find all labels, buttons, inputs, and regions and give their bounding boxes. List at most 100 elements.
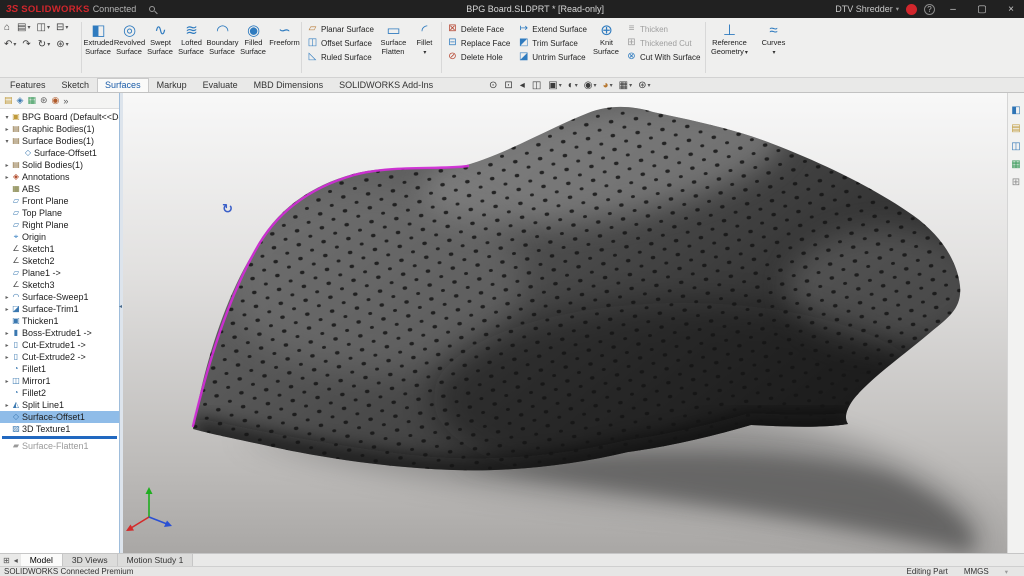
headsup-button[interactable]: ◂	[518, 79, 528, 92]
ribbon-big-button[interactable]: ∽ Freeform	[269, 18, 300, 77]
feature-manager-tab-icon[interactable]: ▦	[27, 95, 36, 106]
ribbon-big-button[interactable]: ◠ Boundary Surface	[207, 18, 238, 77]
tree-item[interactable]: ▾ ▣ BPG Board (Default<<Default>_Displ	[0, 111, 119, 123]
headsup-button[interactable]: ▣ ▾	[546, 79, 563, 92]
headsup-button[interactable]: ⊙	[487, 79, 500, 92]
collapse-panel-icon[interactable]: ◂	[119, 303, 122, 310]
taskpane-icon[interactable]: ▤	[1011, 123, 1020, 134]
feature-manager-tab-icon[interactable]: ◉	[52, 95, 60, 106]
ribbon-tab[interactable]: MBD Dimensions	[246, 78, 332, 92]
ribbon-tab[interactable]: SOLIDWORKS Add-Ins	[331, 78, 441, 92]
tree-item[interactable]: ▨ 3D Texture1	[0, 423, 119, 435]
headsup-button[interactable]: ◐ ▾	[566, 79, 580, 92]
tree-item[interactable]: ▸ ◠ Surface-Sweep1	[0, 291, 119, 303]
feature-manager-tab-icon[interactable]: ⊛	[40, 95, 48, 106]
quick-access-button[interactable]: ⊟▾	[56, 23, 68, 33]
tree-item[interactable]: ▱ Front Plane	[0, 195, 119, 207]
taskpane-icon[interactable]: ◧	[1011, 105, 1020, 116]
status-units[interactable]: MMGS	[964, 567, 989, 576]
expand-arrow-icon[interactable]: ▸	[3, 162, 11, 169]
headsup-button[interactable]: ◉ ▾	[582, 79, 599, 92]
ribbon-big-button[interactable]: ◜ Fillet ▾	[409, 18, 440, 77]
tree-item[interactable]: ▸ ▮ Boss-Extrude1 ->	[0, 327, 119, 339]
close-button[interactable]: ×	[1000, 4, 1022, 15]
ribbon-small-button[interactable]: ▱ Planar Surface	[307, 24, 374, 34]
tree-item[interactable]: ▦ ABS	[0, 183, 119, 195]
ribbon-small-button[interactable]: ⊠ Delete Face	[447, 24, 510, 34]
ribbon-small-button[interactable]: ◺ Ruled Surface	[307, 52, 374, 62]
ribbon-small-button[interactable]: ⊞ Thickened Cut	[626, 38, 700, 48]
expand-arrow-icon[interactable]: ▾	[3, 114, 11, 121]
expand-arrow-icon[interactable]: ▸	[3, 294, 11, 301]
ribbon-tab[interactable]: Markup	[149, 78, 195, 92]
search-icon[interactable]	[149, 6, 155, 12]
ribbon-big-button[interactable]: ≈ Curves ▾	[751, 18, 795, 77]
expand-arrow-icon[interactable]: ▸	[3, 378, 11, 385]
feature-manager-tab-icon[interactable]: ▤	[4, 95, 13, 106]
tree-item[interactable]: ▰ Surface-Flatten1	[0, 440, 119, 452]
quick-access-button[interactable]: ↷	[22, 40, 31, 50]
ribbon-small-button[interactable]: ⊗ Cut With Surface	[626, 52, 700, 62]
tree-item[interactable]: ▸ ◫ Mirror1	[0, 375, 119, 387]
tree-item[interactable]: ∠ Sketch1	[0, 243, 119, 255]
tree-item[interactable]: ∠ Sketch3	[0, 279, 119, 291]
ribbon-big-button[interactable]: ▭ Surface Flatten	[378, 18, 409, 77]
feature-manager-tab-icon[interactable]: ◈	[17, 95, 24, 106]
ribbon-small-button[interactable]: ◫ Offset Surface	[307, 38, 374, 48]
ribbon-tab[interactable]: Sketch	[54, 78, 98, 92]
tree-item[interactable]: ▸ ▤ Graphic Bodies(1)	[0, 123, 119, 135]
document-tab[interactable]: 3D Views	[63, 554, 118, 566]
tree-item[interactable]: ▸ ◈ Annotations	[0, 171, 119, 183]
ribbon-small-button[interactable]: ⊘ Delete Hole	[447, 52, 510, 62]
account-menu[interactable]: DTV Shredder ▾	[835, 4, 899, 14]
ribbon-small-button[interactable]: ⊟ Replace Face	[447, 38, 510, 48]
tab-scroll-icon[interactable]: ◂	[14, 556, 18, 565]
tree-item[interactable]: ▸ ▯ Cut-Extrude1 ->	[0, 339, 119, 351]
tree-item[interactable]: ◇ Surface-Offset1	[0, 411, 119, 423]
ribbon-big-button[interactable]: ◉ Filled Surface	[238, 18, 269, 77]
tree-item[interactable]: ▾ ▤ Surface Bodies(1)	[0, 135, 119, 147]
taskpane-icon[interactable]: ▦	[1011, 159, 1020, 170]
document-tab[interactable]: Motion Study 1	[118, 554, 194, 566]
tree-item[interactable]: ▱ Right Plane	[0, 219, 119, 231]
ribbon-tab[interactable]: Surfaces	[97, 78, 149, 92]
expand-arrow-icon[interactable]: ▸	[3, 126, 11, 133]
expand-arrow-icon[interactable]: ▾	[3, 138, 11, 145]
tree-item[interactable]: ◇ Surface-Offset1	[0, 147, 119, 159]
quick-access-button[interactable]: ◫▾	[37, 23, 50, 33]
expand-arrow-icon[interactable]: ▸	[3, 174, 11, 181]
tree-item[interactable]: ▸ ◭ Split Line1	[0, 399, 119, 411]
expand-arrow-icon[interactable]: ▸	[3, 354, 11, 361]
ribbon-big-button[interactable]: ≋ Lofted Surface	[176, 18, 207, 77]
minimize-button[interactable]: –	[942, 4, 964, 15]
quick-access-button[interactable]: ↻▾	[38, 40, 50, 50]
quick-access-button[interactable]: ↶▾	[4, 40, 16, 50]
ribbon-big-button[interactable]: ∿ Swept Surface	[145, 18, 176, 77]
tree-item[interactable]: ▣ Thicken1	[0, 315, 119, 327]
tree-item[interactable]: ▸ ▯ Cut-Extrude2 ->	[0, 351, 119, 363]
headsup-button[interactable]: ⊡	[502, 79, 515, 92]
tree-item[interactable]: ◔ Fillet1	[0, 363, 119, 375]
tree-item[interactable]: ▱ Top Plane	[0, 207, 119, 219]
headsup-button[interactable]: ◕ ▾	[601, 79, 615, 92]
tree-item[interactable]: ◔ Fillet2	[0, 387, 119, 399]
ribbon-big-button[interactable]: ⊕ Knit Surface	[591, 18, 622, 77]
help-icon[interactable]: ?	[924, 4, 935, 15]
maximize-button[interactable]: ▢	[971, 4, 993, 15]
expand-arrow-icon[interactable]: ▸	[3, 330, 11, 337]
expand-arrow-icon[interactable]: ▸	[3, 306, 11, 313]
graphics-area[interactable]: ↻	[123, 93, 1007, 553]
ribbon-small-button[interactable]: ≡ Thicken	[626, 24, 700, 34]
tree-item[interactable]: ∠ Sketch2	[0, 255, 119, 267]
ribbon-tab[interactable]: Evaluate	[195, 78, 246, 92]
expand-arrow-icon[interactable]: ▸	[3, 402, 11, 409]
ribbon-small-button[interactable]: ◩ Trim Surface	[518, 38, 587, 48]
headsup-button[interactable]: ▦ ▾	[617, 79, 634, 92]
document-tab[interactable]: Model	[21, 554, 63, 566]
quick-access-button[interactable]: ▤▾	[17, 23, 30, 33]
avatar[interactable]	[906, 4, 917, 15]
ribbon-big-button[interactable]: ◧ Extruded Surface	[83, 18, 114, 77]
quick-access-button[interactable]: ⌂	[4, 23, 11, 33]
tree-item[interactable]: ▸ ▤ Solid Bodies(1)	[0, 159, 119, 171]
ribbon-big-button[interactable]: ◎ Revolved Surface	[114, 18, 145, 77]
